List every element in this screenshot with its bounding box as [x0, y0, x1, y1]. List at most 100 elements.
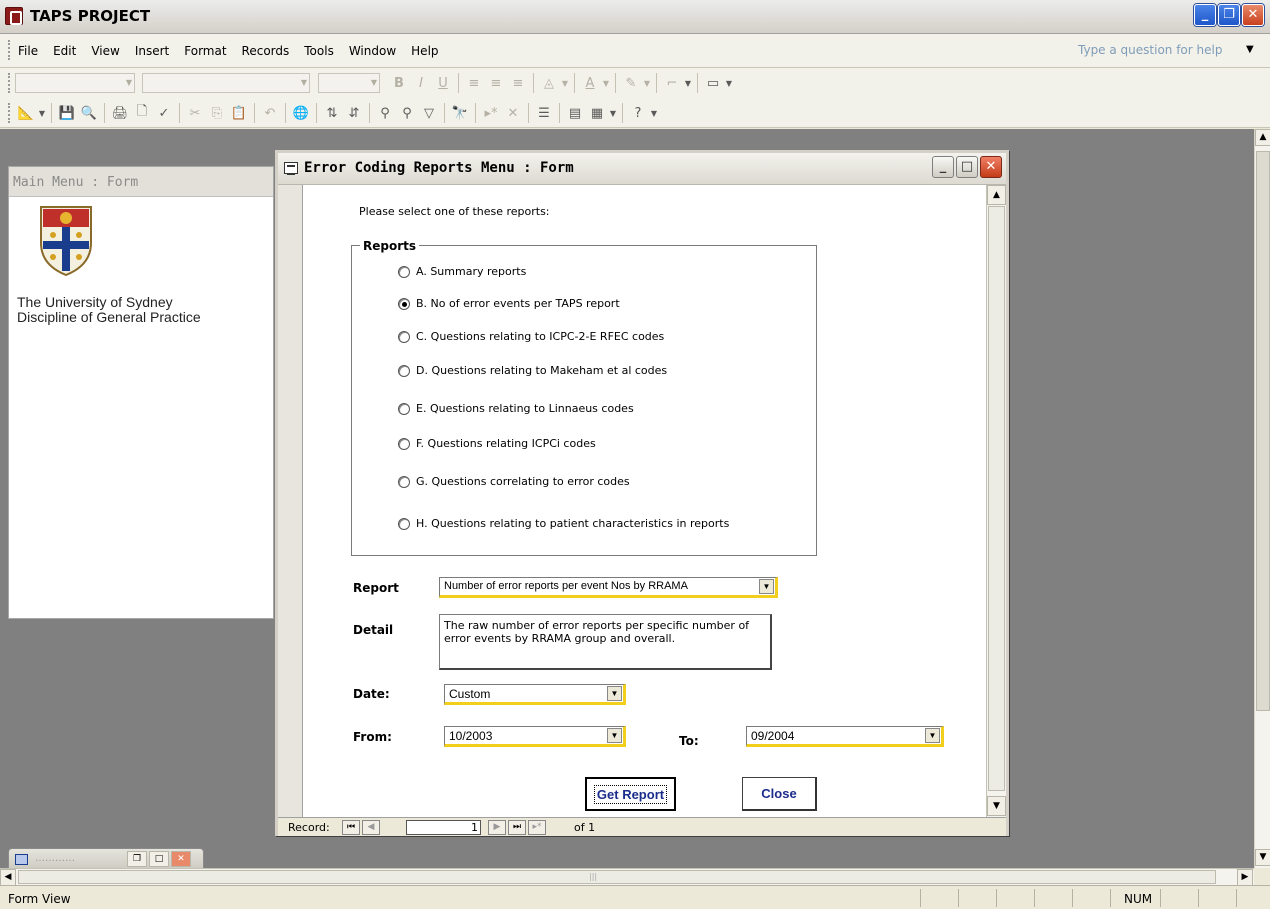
object-combo[interactable]: ▼ [15, 73, 135, 93]
main-menu-title[interactable]: Main Menu : Form [9, 167, 273, 197]
help-dropdown-icon[interactable]: ▼ [1246, 44, 1254, 55]
special-effect-icon[interactable]: ▭ [702, 72, 724, 94]
menu-edit[interactable]: Edit [53, 44, 76, 58]
database-window-icon[interactable]: ▤ [564, 102, 586, 124]
line-width-icon[interactable]: ⌐ [661, 72, 683, 94]
line-color-icon[interactable]: ✎ [620, 72, 642, 94]
align-left-icon[interactable]: ≡ [463, 72, 485, 94]
scroll-down-icon[interactable]: ▼ [987, 796, 1006, 816]
report-combo[interactable]: Number of error reports per event Nos by… [439, 577, 778, 598]
menu-file[interactable]: File [18, 44, 38, 58]
font-color-icon[interactable]: A [579, 72, 601, 94]
font-name-combo[interactable]: ▼ [142, 73, 310, 93]
print-icon[interactable]: 🖨 [109, 102, 131, 124]
app-minimize-button[interactable]: _ [1194, 4, 1216, 26]
radio-d[interactable] [398, 364, 410, 377]
close-icon[interactable]: ✕ [171, 851, 191, 867]
hyperlink-icon[interactable]: 🌐 [290, 102, 312, 124]
new-record-icon[interactable]: ▸* [480, 102, 502, 124]
underline-icon[interactable]: U [432, 72, 454, 94]
record-selector[interactable] [278, 185, 303, 817]
report-option-f[interactable]: F. Questions relating ICPCi codes [398, 437, 596, 450]
form-vscroll-thumb[interactable] [988, 206, 1005, 791]
new-record-nav-icon[interactable]: ▸* [528, 820, 546, 835]
file-search-icon[interactable]: 🔍 [78, 102, 100, 124]
detail-textbox[interactable]: The raw number of error reports per spec… [439, 614, 772, 670]
filter-by-form-icon[interactable]: ⚲ [396, 102, 418, 124]
line-color-dropdown-icon[interactable]: ▼ [642, 72, 652, 94]
radio-h[interactable] [398, 517, 410, 530]
minimized-window[interactable]: ………… ❐ □ ✕ [8, 848, 204, 868]
chevron-down-icon[interactable]: ▼ [759, 579, 774, 594]
form-title-bar[interactable]: Error Coding Reports Menu : Form _ □ ✕ [278, 153, 1006, 185]
menu-window[interactable]: Window [349, 44, 396, 58]
radio-b[interactable] [398, 297, 410, 310]
view-icon[interactable]: 📐 [15, 102, 37, 124]
sort-ascending-icon[interactable]: ⇅ [321, 102, 343, 124]
form-icon[interactable] [284, 162, 298, 175]
chevron-down-icon[interactable]: ▼ [607, 686, 622, 701]
main-vertical-scrollbar[interactable]: ▲ ▼ [1254, 129, 1270, 868]
date-combo[interactable]: Custom ▼ [444, 684, 626, 705]
menu-tools[interactable]: Tools [304, 44, 334, 58]
menu-help[interactable]: Help [411, 44, 438, 58]
toolbar-options-icon[interactable]: ▼ [649, 102, 659, 124]
paste-icon[interactable]: 📋 [228, 102, 250, 124]
close-button[interactable]: Close [742, 777, 817, 811]
report-option-a[interactable]: A. Summary reports [398, 265, 526, 278]
report-option-b[interactable]: B. No of error events per TAPS report [398, 297, 620, 310]
next-record-icon[interactable]: ▶ [488, 820, 506, 835]
app-restore-button[interactable]: ❐ [1218, 4, 1240, 26]
first-record-icon[interactable]: ⏮ [342, 820, 360, 835]
help-search-input[interactable]: Type a question for help [1077, 42, 1242, 58]
form-vertical-scrollbar[interactable]: ▲ ▼ [986, 185, 1006, 817]
print-preview-icon[interactable]: 🗋 [131, 102, 153, 124]
copy-icon[interactable]: ⎘ [206, 102, 228, 124]
menu-records[interactable]: Records [242, 44, 290, 58]
main-horizontal-scrollbar[interactable]: ◀ ▶ [0, 868, 1254, 886]
help-icon[interactable]: ? [627, 102, 649, 124]
bold-icon[interactable]: B [388, 72, 410, 94]
toolbar-grip-2[interactable] [8, 103, 11, 123]
get-report-button[interactable]: Get Report [585, 777, 676, 811]
italic-icon[interactable]: I [410, 72, 432, 94]
view-dropdown-icon[interactable]: ▼ [37, 102, 47, 124]
menu-insert[interactable]: Insert [135, 44, 169, 58]
current-record-input[interactable]: 1 [406, 820, 481, 835]
last-record-icon[interactable]: ⏭ [508, 820, 526, 835]
chevron-down-icon[interactable]: ▼ [925, 728, 940, 743]
menu-view[interactable]: View [91, 44, 119, 58]
properties-icon[interactable]: ☰ [533, 102, 555, 124]
from-combo[interactable]: 10/2003 ▼ [444, 726, 626, 747]
toolbar-grip[interactable] [8, 73, 11, 93]
apply-filter-icon[interactable]: ▽ [418, 102, 440, 124]
form-maximize-button[interactable]: □ [956, 156, 978, 178]
font-color-dropdown-icon[interactable]: ▼ [601, 72, 611, 94]
app-close-button[interactable]: ✕ [1242, 4, 1264, 26]
font-size-combo[interactable]: ▼ [318, 73, 380, 93]
main-hscroll-thumb[interactable] [18, 870, 1216, 884]
spelling-icon[interactable]: ✓ [153, 102, 175, 124]
scroll-up-icon[interactable]: ▲ [1255, 129, 1270, 146]
special-effect-dropdown-icon[interactable]: ▼ [724, 72, 734, 94]
radio-e[interactable] [398, 402, 410, 415]
report-option-e[interactable]: E. Questions relating to Linnaeus codes [398, 402, 634, 415]
report-option-c[interactable]: C. Questions relating to ICPC-2-E RFEC c… [398, 330, 664, 343]
menu-format[interactable]: Format [184, 44, 226, 58]
menubar-grip[interactable] [8, 40, 11, 60]
chevron-down-icon[interactable]: ▼ [607, 728, 622, 743]
access-app-icon[interactable] [5, 7, 23, 25]
sort-descending-icon[interactable]: ⇵ [343, 102, 365, 124]
radio-a[interactable] [398, 265, 410, 278]
restore-icon[interactable]: ❐ [127, 851, 147, 867]
scroll-up-icon[interactable]: ▲ [987, 185, 1006, 205]
report-option-d[interactable]: D. Questions relating to Makeham et al c… [398, 364, 667, 377]
filter-by-selection-icon[interactable]: ⚲ [374, 102, 396, 124]
fill-color-dropdown-icon[interactable]: ▼ [560, 72, 570, 94]
scroll-down-icon[interactable]: ▼ [1255, 849, 1270, 866]
form-minimize-button[interactable]: _ [932, 156, 954, 178]
new-object-icon[interactable]: ▦ [586, 102, 608, 124]
align-center-icon[interactable]: ≡ [485, 72, 507, 94]
new-object-dropdown-icon[interactable]: ▼ [608, 102, 618, 124]
undo-icon[interactable]: ↶ [259, 102, 281, 124]
